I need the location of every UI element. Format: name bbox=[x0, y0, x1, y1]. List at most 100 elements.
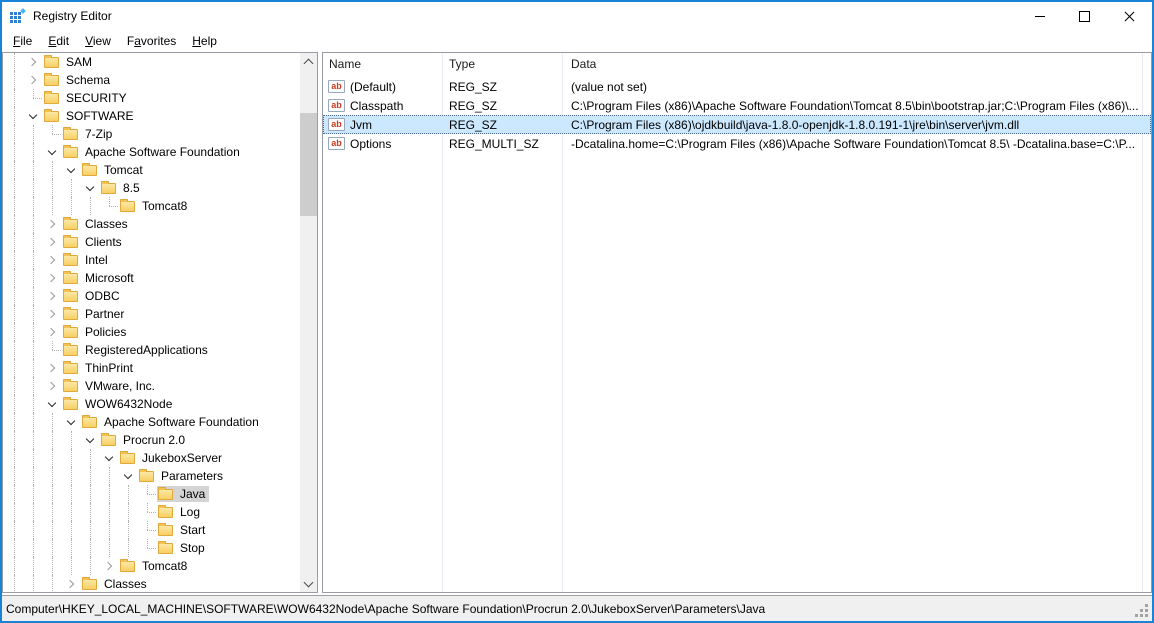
chevron-right-icon[interactable] bbox=[43, 287, 62, 305]
tree-node-apache-software-foundation[interactable]: Apache Software Foundation bbox=[62, 144, 244, 160]
tree-node-log[interactable]: Log bbox=[157, 504, 204, 520]
value-row-jvm[interactable]: abJvmREG_SZC:\Program Files (x86)\ojdkbu… bbox=[323, 115, 1151, 134]
tree-node-tomcat[interactable]: Tomcat bbox=[81, 162, 147, 178]
chevron-right-icon[interactable] bbox=[43, 269, 62, 287]
chevron-right-icon[interactable] bbox=[43, 377, 62, 395]
tree-node-partner[interactable]: Partner bbox=[62, 306, 128, 322]
tree-indent-guide bbox=[24, 413, 43, 431]
chevron-right-icon[interactable] bbox=[43, 305, 62, 323]
tree-node-intel[interactable]: Intel bbox=[62, 252, 112, 268]
tree-scrollbar[interactable] bbox=[300, 53, 317, 592]
tree-node-label: Intel bbox=[84, 253, 109, 267]
tree-node-jukeboxserver[interactable]: JukeboxServer bbox=[119, 450, 226, 466]
tree-node-vmware-inc[interactable]: VMware, Inc. bbox=[62, 378, 159, 394]
tree-node-procrun-2-0[interactable]: Procrun 2.0 bbox=[100, 432, 189, 448]
column-header-name[interactable]: Name bbox=[323, 57, 443, 71]
column-header-data[interactable]: Data bbox=[563, 57, 1151, 71]
tree-indent-guide bbox=[62, 485, 81, 503]
tree-node-apache-software-foundation[interactable]: Apache Software Foundation bbox=[81, 414, 263, 430]
tree-node-sam[interactable]: SAM bbox=[43, 54, 96, 70]
title-bar[interactable]: Registry Editor bbox=[2, 2, 1152, 30]
tree-node-java[interactable]: Java bbox=[157, 486, 209, 502]
tree-row: Classes bbox=[3, 575, 300, 592]
chevron-right-icon[interactable] bbox=[62, 575, 81, 592]
maximize-button[interactable] bbox=[1062, 2, 1107, 30]
chevron-right-icon[interactable] bbox=[100, 557, 119, 575]
tree-node-microsoft[interactable]: Microsoft bbox=[62, 270, 138, 286]
chevron-down-icon[interactable] bbox=[81, 431, 100, 449]
tree-node-registeredapplications[interactable]: RegisteredApplications bbox=[62, 342, 212, 358]
tree-node-tomcat8[interactable]: Tomcat8 bbox=[119, 198, 191, 214]
tree-node-classes[interactable]: Classes bbox=[62, 216, 132, 232]
close-button[interactable] bbox=[1107, 2, 1152, 30]
tree-node-label: VMware, Inc. bbox=[84, 379, 156, 393]
tree-indent-guide bbox=[5, 305, 24, 323]
chevron-down-icon[interactable] bbox=[62, 161, 81, 179]
chevron-up-icon bbox=[304, 59, 314, 69]
chevron-down-icon[interactable] bbox=[43, 395, 62, 413]
chevron-down-icon[interactable] bbox=[24, 107, 43, 125]
value-row-options[interactable]: abOptionsREG_MULTI_SZ-Dcatalina.home=C:\… bbox=[323, 134, 1151, 153]
tree-node-clients[interactable]: Clients bbox=[62, 234, 126, 250]
tree-indent-guide bbox=[119, 485, 138, 503]
tree-node-odbc[interactable]: ODBC bbox=[62, 288, 124, 304]
chevron-down-icon[interactable] bbox=[81, 179, 100, 197]
chevron-right-icon[interactable] bbox=[43, 359, 62, 377]
menu-file[interactable]: File bbox=[5, 31, 40, 51]
tree-node-parameters[interactable]: Parameters bbox=[138, 468, 227, 484]
folder-icon bbox=[63, 219, 78, 230]
tree-node-7-zip[interactable]: 7-Zip bbox=[62, 126, 116, 142]
status-bar: Computer\HKEY_LOCAL_MACHINE\SOFTWARE\WOW… bbox=[2, 595, 1152, 621]
resize-grip[interactable] bbox=[1145, 614, 1148, 617]
menu-view[interactable]: View bbox=[77, 31, 119, 51]
folder-icon bbox=[44, 111, 59, 122]
chevron-glyph bbox=[86, 183, 94, 191]
tree-indent-guide bbox=[24, 395, 43, 413]
tree-node-label: JukeboxServer bbox=[141, 451, 223, 465]
chevron-right-icon[interactable] bbox=[43, 323, 62, 341]
menu-help[interactable]: Help bbox=[184, 31, 225, 51]
menu-favorites[interactable]: Favorites bbox=[119, 31, 184, 51]
tree-node-security[interactable]: SECURITY bbox=[43, 90, 131, 106]
folder-icon bbox=[120, 201, 135, 212]
chevron-right-icon[interactable] bbox=[43, 233, 62, 251]
tree-node-schema[interactable]: Schema bbox=[43, 72, 114, 88]
tree-node-classes[interactable]: Classes bbox=[81, 576, 151, 592]
tree-node-policies[interactable]: Policies bbox=[62, 324, 130, 340]
tree-node-stop[interactable]: Stop bbox=[157, 540, 209, 556]
value-row-classpath[interactable]: abClasspathREG_SZC:\Program Files (x86)\… bbox=[323, 96, 1151, 115]
tree-node-thinprint[interactable]: ThinPrint bbox=[62, 360, 137, 376]
chevron-right-icon[interactable] bbox=[24, 71, 43, 89]
chevron-glyph bbox=[105, 453, 113, 461]
tree-node-wow6432node[interactable]: WOW6432Node bbox=[62, 396, 176, 412]
chevron-down-icon[interactable] bbox=[43, 143, 62, 161]
tree-node-8-5[interactable]: 8.5 bbox=[100, 180, 144, 196]
tree-indent-guide bbox=[5, 557, 24, 575]
chevron-right-icon[interactable] bbox=[43, 215, 62, 233]
tree-indent-guide bbox=[81, 197, 100, 215]
menu-edit[interactable]: Edit bbox=[40, 31, 77, 51]
folder-icon bbox=[158, 489, 173, 500]
chevron-glyph bbox=[47, 256, 55, 264]
scrollbar-up-button[interactable] bbox=[300, 53, 317, 70]
tree-indent-guide bbox=[5, 197, 24, 215]
tree-node-software[interactable]: SOFTWARE bbox=[43, 108, 138, 124]
column-header-type[interactable]: Type bbox=[443, 57, 563, 71]
scrollbar-down-button[interactable] bbox=[300, 575, 317, 592]
value-data: C:\Program Files (x86)\Apache Software F… bbox=[563, 99, 1151, 113]
window-title: Registry Editor bbox=[33, 9, 1017, 23]
value-row-default[interactable]: ab(Default)REG_SZ(value not set) bbox=[323, 77, 1151, 96]
tree-node-label: 7-Zip bbox=[84, 127, 113, 141]
tree-node-tomcat8[interactable]: Tomcat8 bbox=[119, 558, 191, 574]
chevron-down-icon[interactable] bbox=[119, 467, 138, 485]
list-rows: ab(Default)REG_SZ(value not set)abClassp… bbox=[323, 77, 1151, 153]
chevron-right-icon[interactable] bbox=[24, 53, 43, 71]
tree-node-start[interactable]: Start bbox=[157, 522, 209, 538]
value-type: REG_MULTI_SZ bbox=[443, 137, 563, 151]
folder-icon bbox=[44, 57, 59, 68]
minimize-button[interactable] bbox=[1017, 2, 1062, 30]
chevron-down-icon[interactable] bbox=[100, 449, 119, 467]
scrollbar-thumb[interactable] bbox=[300, 113, 317, 216]
chevron-down-icon[interactable] bbox=[62, 413, 81, 431]
chevron-right-icon[interactable] bbox=[43, 251, 62, 269]
